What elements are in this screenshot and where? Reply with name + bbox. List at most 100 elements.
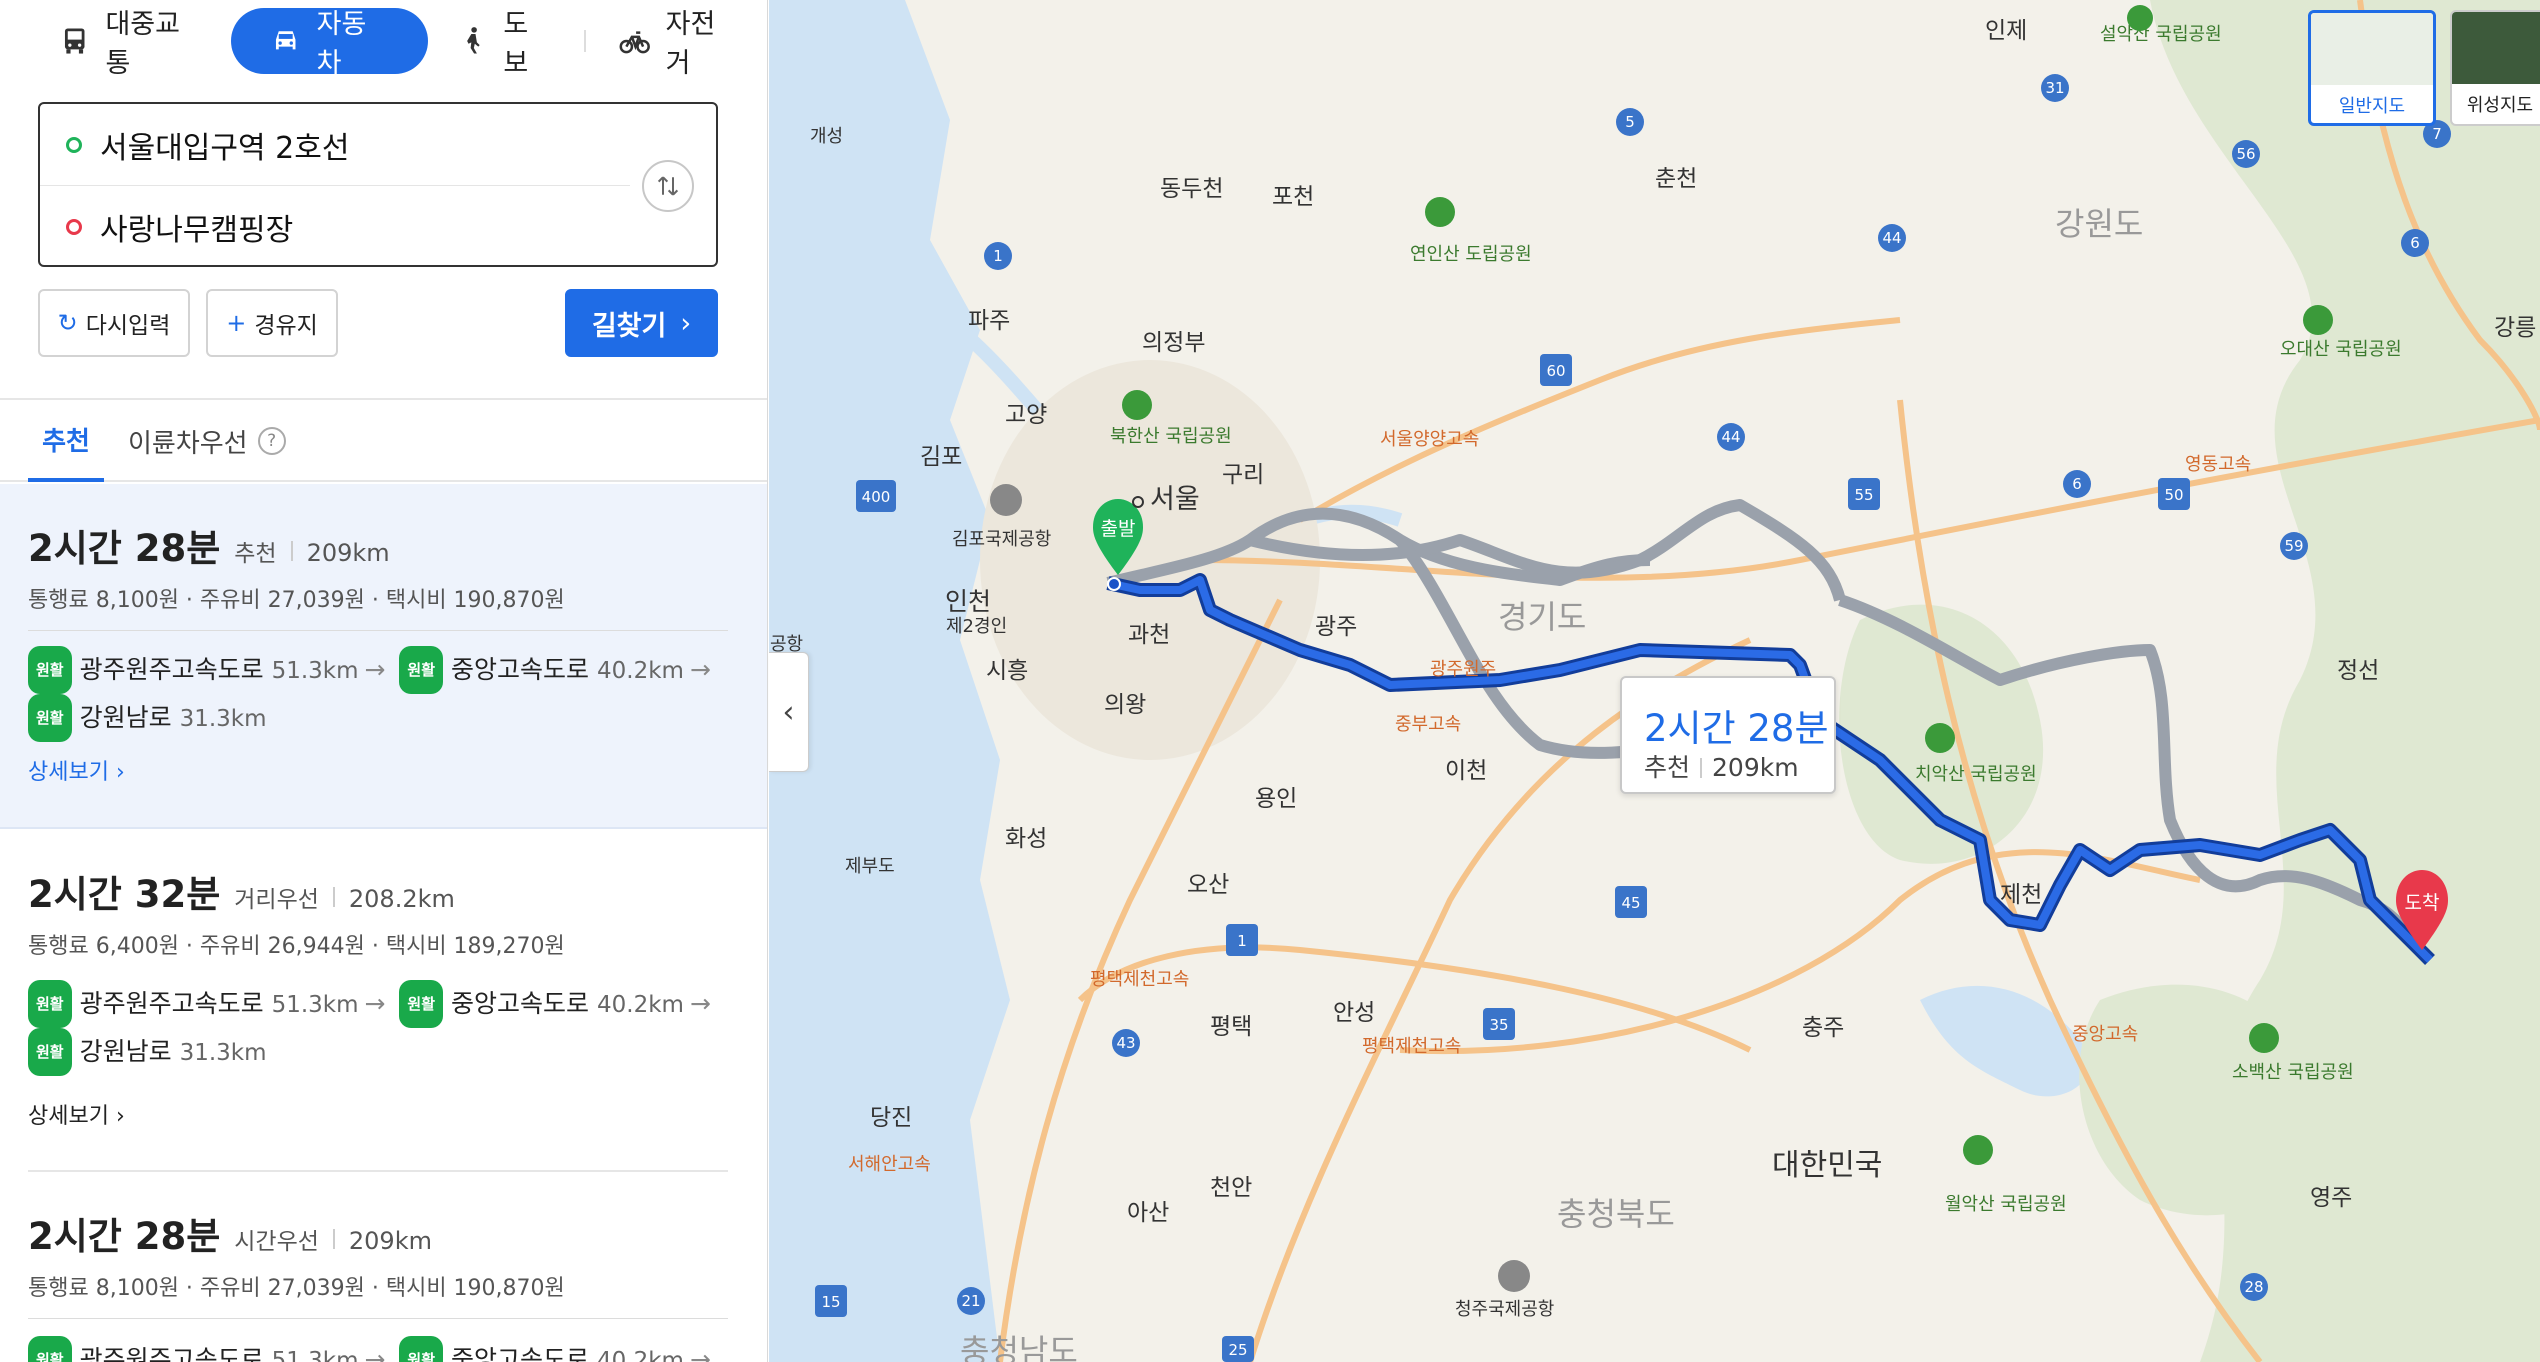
road-length: 51.3km [271, 1348, 359, 1362]
route-result-card[interactable]: 2시간 32분 거리우선 208.2km 통행료 6,400원 · 주유비 26… [0, 830, 767, 1170]
find-route-button[interactable]: 길찾기 › [565, 289, 718, 357]
place-label: 이천 [1445, 758, 1487, 784]
map-type-normal-button[interactable]: 일반지도 [2308, 10, 2436, 126]
place-label: 광주 [1315, 614, 1357, 640]
mode-walk-tab[interactable]: 도보 [428, 8, 580, 79]
road-name: 광주원주고속도로 [79, 1345, 264, 1362]
result-time: 2시간 32분 [28, 873, 221, 916]
arrow-right-icon: → [689, 655, 711, 684]
traffic-badge: 원활 [28, 646, 72, 694]
chevron-left-icon: ‹ [782, 694, 795, 730]
separator [290, 541, 293, 561]
svg-text:50: 50 [2164, 486, 2183, 504]
place-label: 제부도 [845, 856, 895, 877]
divider [28, 630, 728, 631]
car-icon [276, 31, 296, 50]
airport-icon [990, 484, 1022, 516]
road-name: 중앙고속도로 [451, 655, 590, 684]
swap-button[interactable] [642, 160, 694, 212]
taxi-cost: 택시비 190,870원 [385, 588, 565, 613]
route-summary-tooltip[interactable]: 2시간 28분 추천 209km [1620, 676, 1836, 794]
via-label: 경유지 [254, 313, 318, 339]
mode-separator [584, 30, 587, 52]
road-length: 31.3km [179, 1040, 267, 1066]
result-kind: 추천 [234, 541, 277, 567]
tab-label: 이륜차우선 [128, 428, 248, 459]
road-label: 중앙고속 [2072, 1024, 2138, 1045]
route-result-card[interactable]: 2시간 28분 추천 209km 통행료 8,100원 · 주유비 27,039… [0, 484, 767, 829]
place-label: 강릉 [2494, 315, 2536, 341]
svg-text:44: 44 [1882, 229, 1901, 247]
place-label: 천안 [1210, 1175, 1252, 1201]
place-label: 안성 [1333, 1000, 1375, 1026]
place-label: 당진 [870, 1105, 912, 1131]
road-list: 원활 광주원주고속도로 51.3km → 원활 중앙고속도로 40.2km → 원활 강원… [28, 980, 748, 1076]
place-label: 소백산 국립공원 [2232, 1062, 2354, 1083]
svg-text:21: 21 [961, 1292, 980, 1310]
mode-label: 대중교통 [105, 9, 180, 79]
route-option-tabs: 추천 이륜차우선 ? [0, 400, 767, 482]
svg-text:15: 15 [821, 1293, 840, 1311]
origin-field[interactable]: 서울대입구역 2호선 [40, 104, 630, 186]
reset-button[interactable]: ↻ 다시입력 [38, 289, 190, 357]
place-label: 제천 [2000, 882, 2042, 908]
detail-label: 상세보기 [28, 760, 109, 785]
chevron-right-icon: › [115, 1104, 125, 1129]
result-distance: 208.2km [348, 885, 455, 913]
traffic-badge: 원활 [28, 694, 72, 742]
refresh-icon: ↻ [57, 309, 78, 337]
tab-recommended[interactable]: 추천 [28, 400, 104, 482]
road-length: 51.3km [271, 992, 359, 1018]
tooltip-sub: 추천 209km [1644, 748, 1799, 784]
mode-car-tab[interactable]: 자동차 [231, 8, 428, 79]
detail-link[interactable]: 상세보기 › [28, 754, 125, 786]
airport-icon [1498, 1260, 1530, 1292]
place-label: 포천 [1272, 184, 1314, 210]
detail-link[interactable]: 상세보기 › [28, 1098, 125, 1130]
map-type-label: 위성지도 [2466, 95, 2534, 116]
place-label: 고양 [1005, 402, 1047, 428]
road-label: 평택제천고속 [1362, 1036, 1461, 1057]
arrow-right-icon: → [364, 1345, 386, 1362]
svg-text:31: 31 [2045, 79, 2064, 97]
help-icon[interactable]: ? [257, 427, 286, 455]
swap-arrows-icon [657, 176, 679, 196]
tab-motorcycle[interactable]: 이륜차우선 ? [128, 400, 286, 482]
divider [28, 1318, 728, 1319]
road-label: 영동고속 [2185, 454, 2251, 475]
traffic-badge: 원활 [399, 646, 444, 694]
svg-text:59: 59 [2284, 537, 2303, 555]
mode-transit-tab[interactable]: 대중교통 [30, 8, 231, 79]
map-type-satellite-button[interactable]: 위성지도 [2450, 10, 2540, 126]
place-label: 화성 [1005, 826, 1047, 852]
place-label: 강원도 [2055, 205, 2143, 243]
route-result-card[interactable]: 2시간 28분 시간우선 209km 통행료 8,100원 · 주유비 27,0… [0, 1172, 767, 1362]
result-kind: 거리우선 [234, 887, 319, 913]
destination-dot-icon [66, 219, 82, 235]
place-label: 영주 [2310, 1185, 2352, 1211]
separator [332, 1229, 335, 1249]
mode-bike-tab[interactable]: 자전거 [590, 8, 767, 79]
road-label: 중부고속 [1395, 714, 1461, 735]
road-label: 광주원주 [1430, 659, 1496, 680]
place-label: 의왕 [1104, 692, 1146, 718]
svg-text:43: 43 [1116, 1034, 1135, 1052]
tab-label: 추천 [42, 426, 90, 457]
panel-collapse-button[interactable]: ‹ [769, 652, 809, 772]
place-label: 설악산 국립공원 [2100, 24, 2222, 45]
directions-panel: 대중교통 자동차 도보 자전거 서울대입구역 2호선 사랑나무캠핑장 ↻ 다시입… [0, 0, 768, 1362]
place-label: 용인 [1255, 786, 1297, 812]
add-waypoint-button[interactable]: + 경유지 [206, 289, 338, 357]
destination-field[interactable]: 사랑나무캠핑장 [40, 186, 640, 268]
result-costs: 통행료 8,100원 · 주유비 27,039원 · 택시비 190,870원 [28, 1276, 565, 1301]
place-label: 파주 [968, 308, 1010, 334]
place-label: 인천 [945, 587, 991, 616]
chungju-lake [1920, 985, 2090, 1097]
road-name: 강원남로 [79, 1037, 172, 1066]
fuel-cost: 주유비 27,039원 [199, 588, 365, 613]
svg-text:5: 5 [1625, 113, 1635, 131]
place-label: 북한산 국립공원 [1110, 426, 1232, 447]
svg-text:25: 25 [1228, 1341, 1247, 1359]
svg-text:7: 7 [2432, 125, 2442, 143]
result-costs: 통행료 8,100원 · 주유비 27,039원 · 택시비 190,870원 [28, 588, 565, 613]
